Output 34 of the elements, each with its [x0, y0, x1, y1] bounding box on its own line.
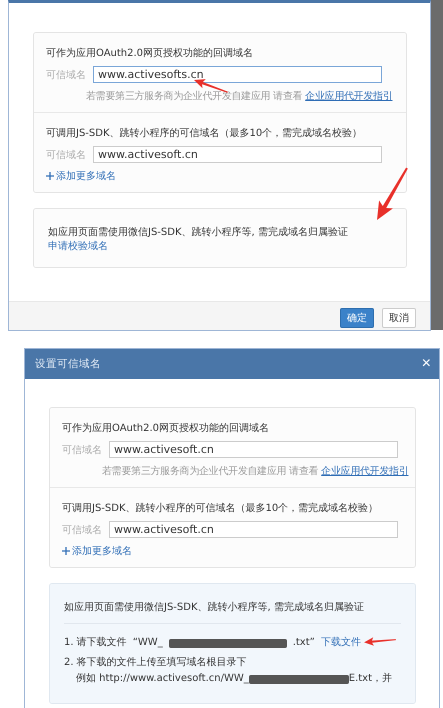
verify-text: 如应用页面需使用微信JS-SDK、跳转小程序等, 需完成域名归属验证 [48, 227, 348, 238]
guide-link[interactable]: 企业应用代开发指引 [305, 91, 392, 102]
file-name-end: .txt” [292, 636, 315, 650]
close-button[interactable]: × [422, 355, 431, 373]
plus-icon [62, 547, 70, 555]
domain-input[interactable]: www.activesoft.cn [109, 441, 398, 458]
example-url-end: E.txt，并 [348, 672, 392, 686]
dialog-title: 设置可信域名 [35, 357, 101, 371]
confirm-button[interactable]: 确定 [340, 308, 374, 328]
section-heading: 可作为应用OAuth2.0网页授权功能的回调域名 [46, 46, 254, 60]
file-name-start: “WW_ [132, 636, 163, 650]
section-heading: 可调用JS-SDK、跳转小程序的可信域名（最多10个，需完成域名校验） [46, 126, 364, 140]
guide-link[interactable]: 企业应用代开发指引 [321, 466, 408, 477]
cancel-button[interactable]: 取消 [382, 308, 416, 328]
domain-input[interactable]: www.activesoft.cn [93, 146, 382, 163]
download-link[interactable]: 下载文件 [320, 636, 361, 650]
step-text: 1. 请下载文件 [64, 636, 127, 650]
domain-input[interactable]: www.activesofts.cn [93, 66, 382, 83]
field-label: 可信域名 [62, 524, 102, 536]
section-heading: 可作为应用OAuth2.0网页授权功能的回调域名 [62, 422, 270, 435]
domain-input[interactable]: www.activesoft.cn [109, 521, 398, 538]
plus-icon [46, 172, 54, 180]
verify-link[interactable]: 申请校验域名 [48, 241, 108, 252]
add-domain-link[interactable]: 添加更多域名 [56, 169, 116, 183]
verify-text: 如应用页面需使用微信JS-SDK、跳转小程序等, 需完成域名归属验证 [64, 602, 364, 613]
step-text: 2. 将下载的文件上传至填写域名根目录下 [64, 656, 247, 670]
hint-text: 若需要第三方服务商为企业代开发自建应用 请查看 [102, 466, 318, 477]
hint-text: 若需要第三方服务商为企业代开发自建应用 请查看 [86, 91, 302, 102]
example-url: 例如 http://www.activesoft.cn/WW_ [76, 672, 249, 686]
field-label: 可信域名 [46, 68, 86, 82]
field-label: 可信域名 [46, 148, 86, 162]
add-domain-link[interactable]: 添加更多域名 [72, 544, 132, 558]
section-heading: 可调用JS-SDK、跳转小程序的可信域名（最多10个，需完成域名校验） [62, 502, 380, 515]
field-label: 可信域名 [62, 444, 102, 456]
